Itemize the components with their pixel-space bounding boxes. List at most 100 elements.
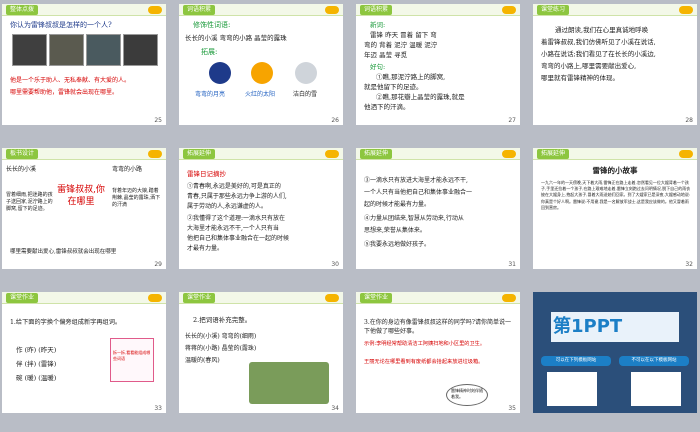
- slide-thumbnail-33[interactable]: 课堂作业 1.给下面的字换个偏旁组成新字再组词。 作 (昨) (昨天) 伴 (拌…: [2, 292, 166, 413]
- slide-thumbnail-28[interactable]: 课堂练习 通过朗读,我们在心里真诚地呼唤 着雷锋叔叔,我们仿佛听见了小溪在说话,…: [533, 4, 697, 125]
- slide-text: 伴 (拌) (雷锋): [16, 360, 57, 368]
- slide-heading: 好句:: [370, 63, 386, 71]
- section-tag: 拓展延伸: [537, 149, 570, 159]
- slide-text: ①瞧,那泥泞路上的脚窝,: [376, 73, 446, 81]
- slide-text: 思想来,荣誉从集体来。: [364, 227, 426, 234]
- slide-thumbnail-31[interactable]: 拓展延伸 ③一滴水只有放进大海里才能永远不干, 一个人只有当他把自己和集体事业融…: [356, 148, 520, 269]
- slide-text: 哪里需要献出爱心,雷锋叔叔就会出现在哪里: [10, 249, 117, 255]
- section-tag: 课堂作业: [183, 293, 216, 303]
- slide-text: 他洒下的汗滴。: [364, 103, 410, 111]
- slide-thumbnail-25[interactable]: 整体点拨 你认为雷锋叔叔是怎样的一个人? 他是一个乐于助人、无私奉献、有大爱的人…: [2, 4, 166, 125]
- slide-text: ②瞧,那花瓣上晶莹的露珠,就是: [376, 93, 465, 101]
- slide-text: ④力量从团结来,智慧从劳动来,行动从: [364, 215, 464, 222]
- slide-text: 碗 (暖) (温暖): [16, 374, 57, 382]
- slide-heading: 修饰性词语:: [193, 21, 231, 29]
- slide-text: 长长的(小溪) 弯弯的(细雨): [185, 333, 257, 340]
- slide-thumbnail-27[interactable]: 词语积累 新词: 雷锋 昨天 冒着 留下 弯 弯的 背着 泥泞 温暖 泥泞 年迈…: [356, 4, 520, 125]
- slide-number: 26: [331, 117, 339, 124]
- slide-text: 通过朗读,我们在心里真诚地呼唤: [555, 26, 649, 34]
- slide-text: 雷锋 昨天 冒着 留下 弯: [370, 31, 437, 39]
- section-tag: 词语积累: [360, 5, 393, 15]
- section-tag: 拓展延伸: [183, 149, 216, 159]
- slide-title-bar: 课堂作业: [2, 292, 166, 304]
- slide-title-bar: 板书设计: [2, 148, 166, 160]
- slide-text: 才最有力量。: [187, 245, 224, 252]
- slide-title-bar: 拓展延伸: [179, 148, 343, 160]
- slide-question: 你认为雷锋叔叔是怎样的一个人?: [10, 21, 112, 29]
- slide-title-bar: 词语积累: [356, 4, 520, 16]
- slide-text: 属于劳动的人,永远谦虚的人。: [187, 203, 267, 210]
- logo-icon: [148, 6, 162, 14]
- slide-number: 30: [331, 261, 339, 268]
- section-tag: 板书设计: [6, 149, 39, 159]
- slide-text: 他把自己和集体事业融合在一起的时候: [187, 235, 290, 242]
- slide-number: 25: [154, 117, 162, 124]
- slide-text: 冒着细雨,把迷路的孩子送回家,泥泞路上的脚窝,留下的足迹。: [6, 192, 53, 212]
- slide-thumbnail-36[interactable]: 第1PPT 可以在下列模板网站 不可以在以下模板网站: [533, 292, 697, 413]
- qr-code-icon: [547, 372, 597, 406]
- slide-number: 29: [154, 261, 162, 268]
- section-tag: 课堂作业: [6, 293, 39, 303]
- qr-code-icon: [631, 372, 681, 406]
- logo-icon: [679, 6, 693, 14]
- slide-title-bar: 词语积累: [179, 4, 343, 16]
- slide-text: 一个人只有当他把自己和集体事业融合一: [364, 189, 473, 196]
- slide-thumbnail-30[interactable]: 拓展延伸 雷锋日记摘抄 ①青春啊,永远是美好的,可是真正的 青春,只属于那些永远…: [179, 148, 343, 269]
- slide-title-bar: 拓展延伸: [356, 148, 520, 160]
- section-tag: 课堂练习: [537, 5, 570, 15]
- slide-text: 弯弯的月亮: [195, 91, 226, 98]
- slide-title-bar: 课堂作业: [356, 292, 520, 304]
- slide-text: ③一滴水只有放进大海里才能永远不干,: [364, 177, 468, 184]
- slide-text: ①青春啊,永远是美好的,可是真正的: [187, 183, 281, 190]
- photo-image: [123, 34, 158, 66]
- slide-thumbnail-35[interactable]: 课堂作业 3.在你的身边有像雷锋叔叔这样的同学吗?请你简单说一下他做了哪些好事。…: [356, 292, 520, 413]
- slide-text: 就是他留下的足迹。: [364, 83, 423, 91]
- slide-text: 弯的 背着 泥泞 温暖 泥泞: [364, 41, 438, 49]
- slide-title-bar: 课堂作业: [179, 292, 343, 304]
- slide-text: 年迈 晶莹 寻觅: [364, 51, 408, 59]
- slide-thumbnail-29[interactable]: 板书设计 长长的小溪 弯弯的小路 雷锋叔叔,你在哪里 冒着细雨,把迷路的孩子送回…: [2, 148, 166, 269]
- info-badge: 不可以在以下模板网站: [619, 356, 689, 366]
- logo-icon: [325, 150, 339, 158]
- slide-text: ②我懂得了这个道理:一滴水只有放在: [187, 215, 286, 222]
- slide-text: 示例:李明经常帮助清洁工阿姨扫地和小区里的卫生。: [364, 341, 486, 347]
- slide-text: 作 (昨) (昨天): [16, 346, 57, 354]
- slide-number: 27: [508, 117, 516, 124]
- slide-text: 背着年迈的大娘,踏着荆棘,晶莹的露珠,洒下的汗滴: [112, 188, 161, 208]
- slide-text: 一九六一年的一天傍晚,天下着大雨,雷锋正在路上走着,忽然看见一位大嫂背着一个孩子…: [541, 180, 691, 210]
- slide-heading: 雷锋的小故事: [592, 166, 638, 175]
- slide-text: 长长的小溪: [6, 166, 37, 173]
- slide-text: 哪里需要帮助他，雷锋就会出现在哪里。: [10, 89, 119, 96]
- logo-icon: [502, 6, 516, 14]
- slide-text: 大海里才能永远不干,一个人只有当: [187, 225, 279, 232]
- slide-text: 长长的小溪 弯弯的小路 晶莹的露珠: [185, 34, 287, 42]
- photo-image: [49, 34, 84, 66]
- slide-thumbnail-32[interactable]: 拓展延伸 雷锋的小故事 一九六一年的一天傍晚,天下着大雨,雷锋正在路上走着,忽然…: [533, 148, 697, 269]
- slide-text: 弯弯的小路: [112, 166, 143, 173]
- slide-title-bar: 课堂练习: [533, 4, 697, 16]
- slide-text: 小路在说话;我们看见了在长长的小溪边,: [541, 50, 656, 58]
- slide-heading: 新词:: [370, 21, 386, 29]
- slide-number: 28: [685, 117, 693, 124]
- bus-stop-illustration: [249, 362, 329, 404]
- slide-text: ⑤我要永远地做好孩子。: [364, 241, 431, 248]
- slide-text: 雷锋精神时刻伴随着我。: [451, 388, 483, 399]
- slide-text: 洁白的雪: [293, 91, 318, 98]
- slide-text: 弯弯的小路上,哪里需要献出爱心,: [541, 62, 637, 70]
- slide-heading: 雷锋叔叔,你在哪里: [57, 185, 105, 207]
- section-tag: 拓展延伸: [360, 149, 393, 159]
- slide-thumbnail-26[interactable]: 词语积累 修饰性词语: 长长的小溪 弯弯的小路 晶莹的露珠 拓展: 弯弯的月亮 …: [179, 4, 343, 125]
- slide-title-bar: 拓展延伸: [533, 148, 697, 160]
- slide-thumbnail-grid: 整体点拨 你认为雷锋叔叔是怎样的一个人? 他是一个乐于助人、无私奉献、有大爱的人…: [2, 4, 698, 428]
- slide-heading: 雷锋日记摘抄: [187, 170, 226, 178]
- slide-text: 着雷锋叔叔,我们仿佛听见了小溪在说话,: [541, 38, 656, 46]
- logo-icon: [325, 6, 339, 14]
- slide-thumbnail-34[interactable]: 课堂作业 2.把词语补充完整。 长长的(小溪) 弯弯的(细雨) 蒋蒋的(小路) …: [179, 292, 343, 413]
- logo-icon: [148, 150, 162, 158]
- slide-text: 起的时候才能最有力量。: [364, 201, 431, 208]
- logo-icon: [502, 294, 516, 302]
- slide-text: 哪里就有雷锋精神的体现。: [541, 74, 619, 82]
- sun-icon: [251, 62, 273, 84]
- info-badge: 可以在下列模板网站: [541, 356, 611, 366]
- slide-number: 32: [685, 261, 693, 268]
